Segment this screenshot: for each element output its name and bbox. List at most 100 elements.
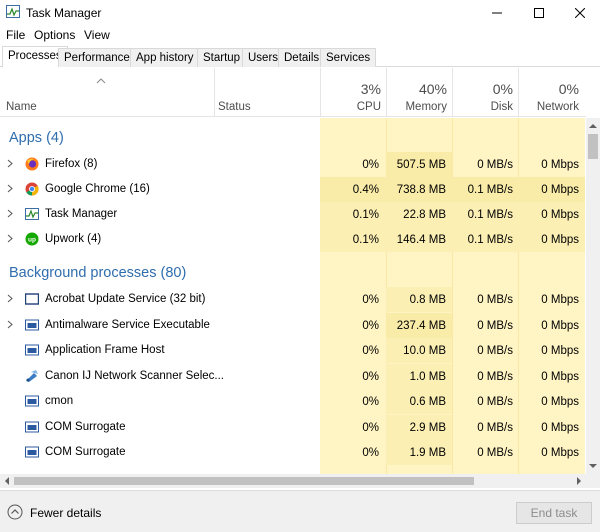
table-row[interactable]: COM Surrogate 0% 1.9 MB 0 MB/s 0 Mbps [0,440,586,465]
column-status[interactable]: Status [218,101,251,113]
column-name[interactable]: Name [6,101,37,113]
scroll-left-icon[interactable] [3,477,11,485]
scroll-right-icon[interactable] [575,477,583,485]
cpu-value: 0.1% [352,233,379,246]
disk-value: 0 MB/s [477,293,513,306]
group-header-background[interactable]: Background processes (80) [0,261,586,286]
table-row[interactable]: Firefox (8) 0% 507.5 MB 0 MB/s 0 Mbps [0,152,586,177]
memory-value: 0.8 MB [409,293,446,306]
memory-value: 0.6 MB [409,395,446,408]
chevron-right-icon[interactable] [7,209,13,218]
network-total[interactable]: 0% [518,81,579,97]
memory-value: 507.5 MB [396,158,446,171]
scanner-icon [26,370,38,382]
cpu-value: 0.4% [352,183,379,196]
cpu-total[interactable]: 3% [320,81,381,97]
network-value: 0 Mbps [541,370,579,383]
network-value: 0 Mbps [541,208,579,221]
service-window-icon [25,293,39,305]
table-row[interactable]: Antimalware Service Executable 0% 237.4 … [0,313,586,338]
chevron-up-circle-icon[interactable] [7,504,23,520]
end-task-button[interactable]: End task [516,502,592,524]
column-disk[interactable]: Disk [452,101,513,113]
svg-text:up: up [28,237,36,244]
chevron-right-icon[interactable] [7,184,13,193]
service-window-icon [25,446,39,458]
vertical-scrollbar[interactable] [586,118,600,474]
network-value: 0 Mbps [541,344,579,357]
memory-value: 1.9 MB [409,446,446,459]
process-name: COM Surrogate [45,421,126,433]
disk-value: 0 MB/s [477,344,513,357]
minimize-button[interactable] [475,0,519,25]
cpu-value: 0% [362,395,379,408]
process-name: Task Manager [45,208,118,220]
memory-value: 22.8 MB [403,208,446,221]
vertical-scroll-thumb[interactable] [588,134,598,159]
scroll-down-icon[interactable] [589,462,597,470]
sort-ascending-icon[interactable] [96,78,106,84]
process-name: Canon IJ Network Scanner Selec... [45,370,224,382]
chrome-icon [25,182,39,196]
process-name: COM Surrogate [45,446,126,458]
table-row[interactable]: cmon 0% 0.6 MB 0 MB/s 0 Mbps [0,389,586,414]
table-row[interactable]: up Upwork (4) 0.1% 146.4 MB 0.1 MB/s 0 M… [0,227,586,252]
memory-value: 237.4 MB [396,319,446,332]
tab-performance[interactable]: Performance [58,48,136,67]
horizontal-scrollbar[interactable] [0,474,586,488]
chevron-right-icon[interactable] [7,234,13,243]
chevron-right-icon[interactable] [7,294,13,303]
disk-total[interactable]: 0% [452,81,513,97]
menu-view[interactable]: View [84,28,110,42]
cpu-value: 0% [362,293,379,306]
memory-value: 10.0 MB [403,344,446,357]
column-cpu[interactable]: CPU [320,101,381,113]
memory-total[interactable]: 40% [386,81,447,97]
title-bar: Task Manager [0,0,600,25]
memory-value: 146.4 MB [396,233,446,246]
table-row[interactable]: Canon IJ Network Scanner Selec... 0% 1.0… [0,364,586,389]
firefox-icon [25,157,39,171]
network-value: 0 Mbps [541,183,579,196]
network-value: 0 Mbps [541,319,579,332]
column-memory[interactable]: Memory [386,101,447,113]
process-name: Antimalware Service Executable [45,319,210,331]
table-row[interactable]: COM Surrogate 0% 2.9 MB 0 MB/s 0 Mbps [0,415,586,440]
table-row[interactable]: Acrobat Update Service (32 bit) 0% 0.8 M… [0,287,586,312]
process-name: Google Chrome (16) [45,183,150,195]
tab-services[interactable]: Services [320,48,377,67]
footer: Fewer details End task [0,490,600,532]
disk-value: 0.1 MB/s [467,208,513,221]
table-row[interactable]: Application Frame Host 0% 10.0 MB 0 MB/s… [0,338,586,363]
menu-options[interactable]: Options [34,28,75,42]
tab-startup[interactable]: Startup [197,48,247,67]
close-button[interactable] [558,0,600,25]
tab-app-history[interactable]: App history [130,48,200,67]
maximize-button[interactable] [517,0,561,25]
process-name: Upwork (4) [45,233,102,245]
group-header-apps[interactable]: Apps (4) [0,126,586,151]
tab-strip: Processes Performance App history Startu… [0,46,600,67]
window-title: Task Manager [26,6,102,20]
service-window-icon [25,395,39,407]
scroll-up-icon[interactable] [589,122,597,130]
network-value: 0 Mbps [541,446,579,459]
maximize-icon [534,7,544,18]
column-network[interactable]: Network [518,101,579,113]
network-value: 0 Mbps [541,421,579,434]
memory-value: 738.8 MB [396,183,446,196]
table-row[interactable]: Task Manager 0.1% 22.8 MB 0.1 MB/s 0 Mbp… [0,202,586,227]
tab-details[interactable]: Details [278,48,326,67]
table-row[interactable]: Google Chrome (16) 0.4% 738.8 MB 0.1 MB/… [0,177,586,202]
fewer-details-link[interactable]: Fewer details [30,506,101,520]
chevron-right-icon[interactable] [7,159,13,168]
task-manager-icon [25,208,39,220]
menu-file[interactable]: File [6,28,25,42]
service-window-icon [25,344,39,356]
cpu-value: 0% [362,158,379,171]
horizontal-scroll-thumb[interactable] [14,477,474,485]
chevron-right-icon[interactable] [7,320,13,329]
group-title-apps: Apps (4) [9,130,64,146]
service-window-icon [25,319,39,331]
scrollbar-corner [586,474,600,488]
